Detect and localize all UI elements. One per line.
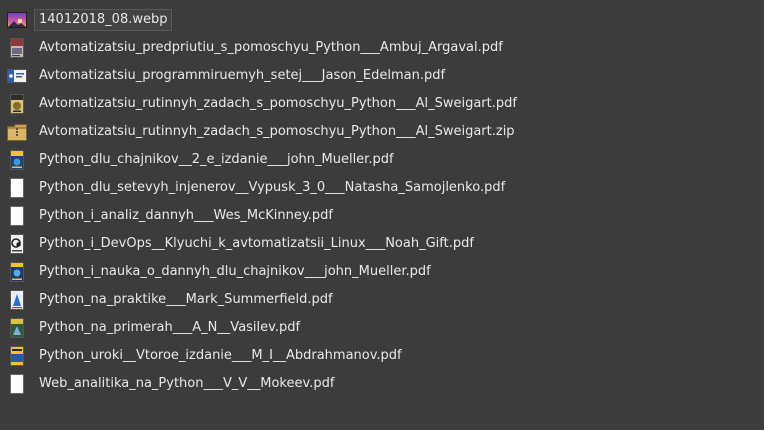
file-item[interactable]: Python_i_analiz_dannyh___Wes_McKinney.pd… — [0, 202, 764, 230]
file-list: 14012018_08.webp Avtomatizatsiu_predpriu… — [0, 6, 764, 398]
pdf-thumbnail-icon — [7, 346, 27, 366]
file-name: Python_dlu_chajnikov__2_e_izdanie___john… — [39, 152, 394, 167]
file-name: Web_analitika_na_Python___V_V__Mokeev.pd… — [39, 376, 335, 391]
file-item[interactable]: Python_i_nauka_o_dannyh_dlu_chajnikov___… — [0, 258, 764, 286]
file-name: Python_i_DevOps__Klyuchi_k_avtomatizatsi… — [39, 236, 474, 251]
file-item[interactable]: Avtomatizatsiu_rutinnyh_zadach_s_pomosch… — [0, 118, 764, 146]
file-name: Avtomatizatsiu_rutinnyh_zadach_s_pomosch… — [39, 96, 517, 111]
file-item[interactable]: Python_na_praktike___Mark_Summerfield.pd… — [0, 286, 764, 314]
pdf-thumbnail-icon — [7, 150, 27, 170]
file-name: Avtomatizatsiu_rutinnyh_zadach_s_pomosch… — [39, 124, 515, 139]
file-item[interactable]: Avtomatizatsiu_rutinnyh_zadach_s_pomosch… — [0, 90, 764, 118]
pdf-thumbnail-icon — [7, 290, 27, 310]
file-item[interactable]: Python_i_DevOps__Klyuchi_k_avtomatizatsi… — [0, 230, 764, 258]
file-item[interactable]: 14012018_08.webp — [0, 6, 764, 34]
archive-icon — [7, 122, 27, 142]
blank-document-icon — [7, 206, 27, 226]
file-item[interactable]: Python_dlu_chajnikov__2_e_izdanie___john… — [0, 146, 764, 174]
file-item[interactable]: Python_dlu_setevyh_injenerov__Vypusk_3_0… — [0, 174, 764, 202]
file-item[interactable]: Web_analitika_na_Python___V_V__Mokeev.pd… — [0, 370, 764, 398]
file-name: Python_i_nauka_o_dannyh_dlu_chajnikov___… — [39, 264, 431, 279]
file-name: Avtomatizatsiu_predpriutiu_s_pomoschyu_P… — [39, 40, 503, 55]
image-thumbnail-icon — [7, 10, 27, 30]
pdf-thumbnail-icon — [7, 234, 27, 254]
file-name: 14012018_08.webp — [33, 9, 173, 31]
blank-document-icon — [7, 178, 27, 198]
pdf-thumbnail-icon — [7, 262, 27, 282]
file-item[interactable]: Python_uroki__Vtoroe_izdanie___M_I__Abdr… — [0, 342, 764, 370]
file-name: Python_uroki__Vtoroe_izdanie___M_I__Abdr… — [39, 348, 402, 363]
blank-document-icon — [7, 374, 27, 394]
pdf-thumbnail-icon — [7, 94, 27, 114]
file-item[interactable]: Python_na_primerah___A_N__Vasilev.pdf — [0, 314, 764, 342]
file-name: Python_dlu_setevyh_injenerov__Vypusk_3_0… — [39, 180, 506, 195]
pdf-thumbnail-icon — [7, 38, 27, 58]
file-item[interactable]: Avtomatizatsiu_predpriutiu_s_pomoschyu_P… — [0, 34, 764, 62]
file-name: Avtomatizatsiu_programmiruemyh_setej___J… — [39, 68, 446, 83]
file-name: Python_na_praktike___Mark_Summerfield.pd… — [39, 292, 333, 307]
file-item[interactable]: Avtomatizatsiu_programmiruemyh_setej___J… — [0, 62, 764, 90]
file-name: Python_i_analiz_dannyh___Wes_McKinney.pd… — [39, 208, 333, 223]
pdf-thumbnail-icon — [7, 318, 27, 338]
file-name: Python_na_primerah___A_N__Vasilev.pdf — [39, 320, 301, 335]
pdf-thumbnail-icon — [7, 66, 27, 86]
